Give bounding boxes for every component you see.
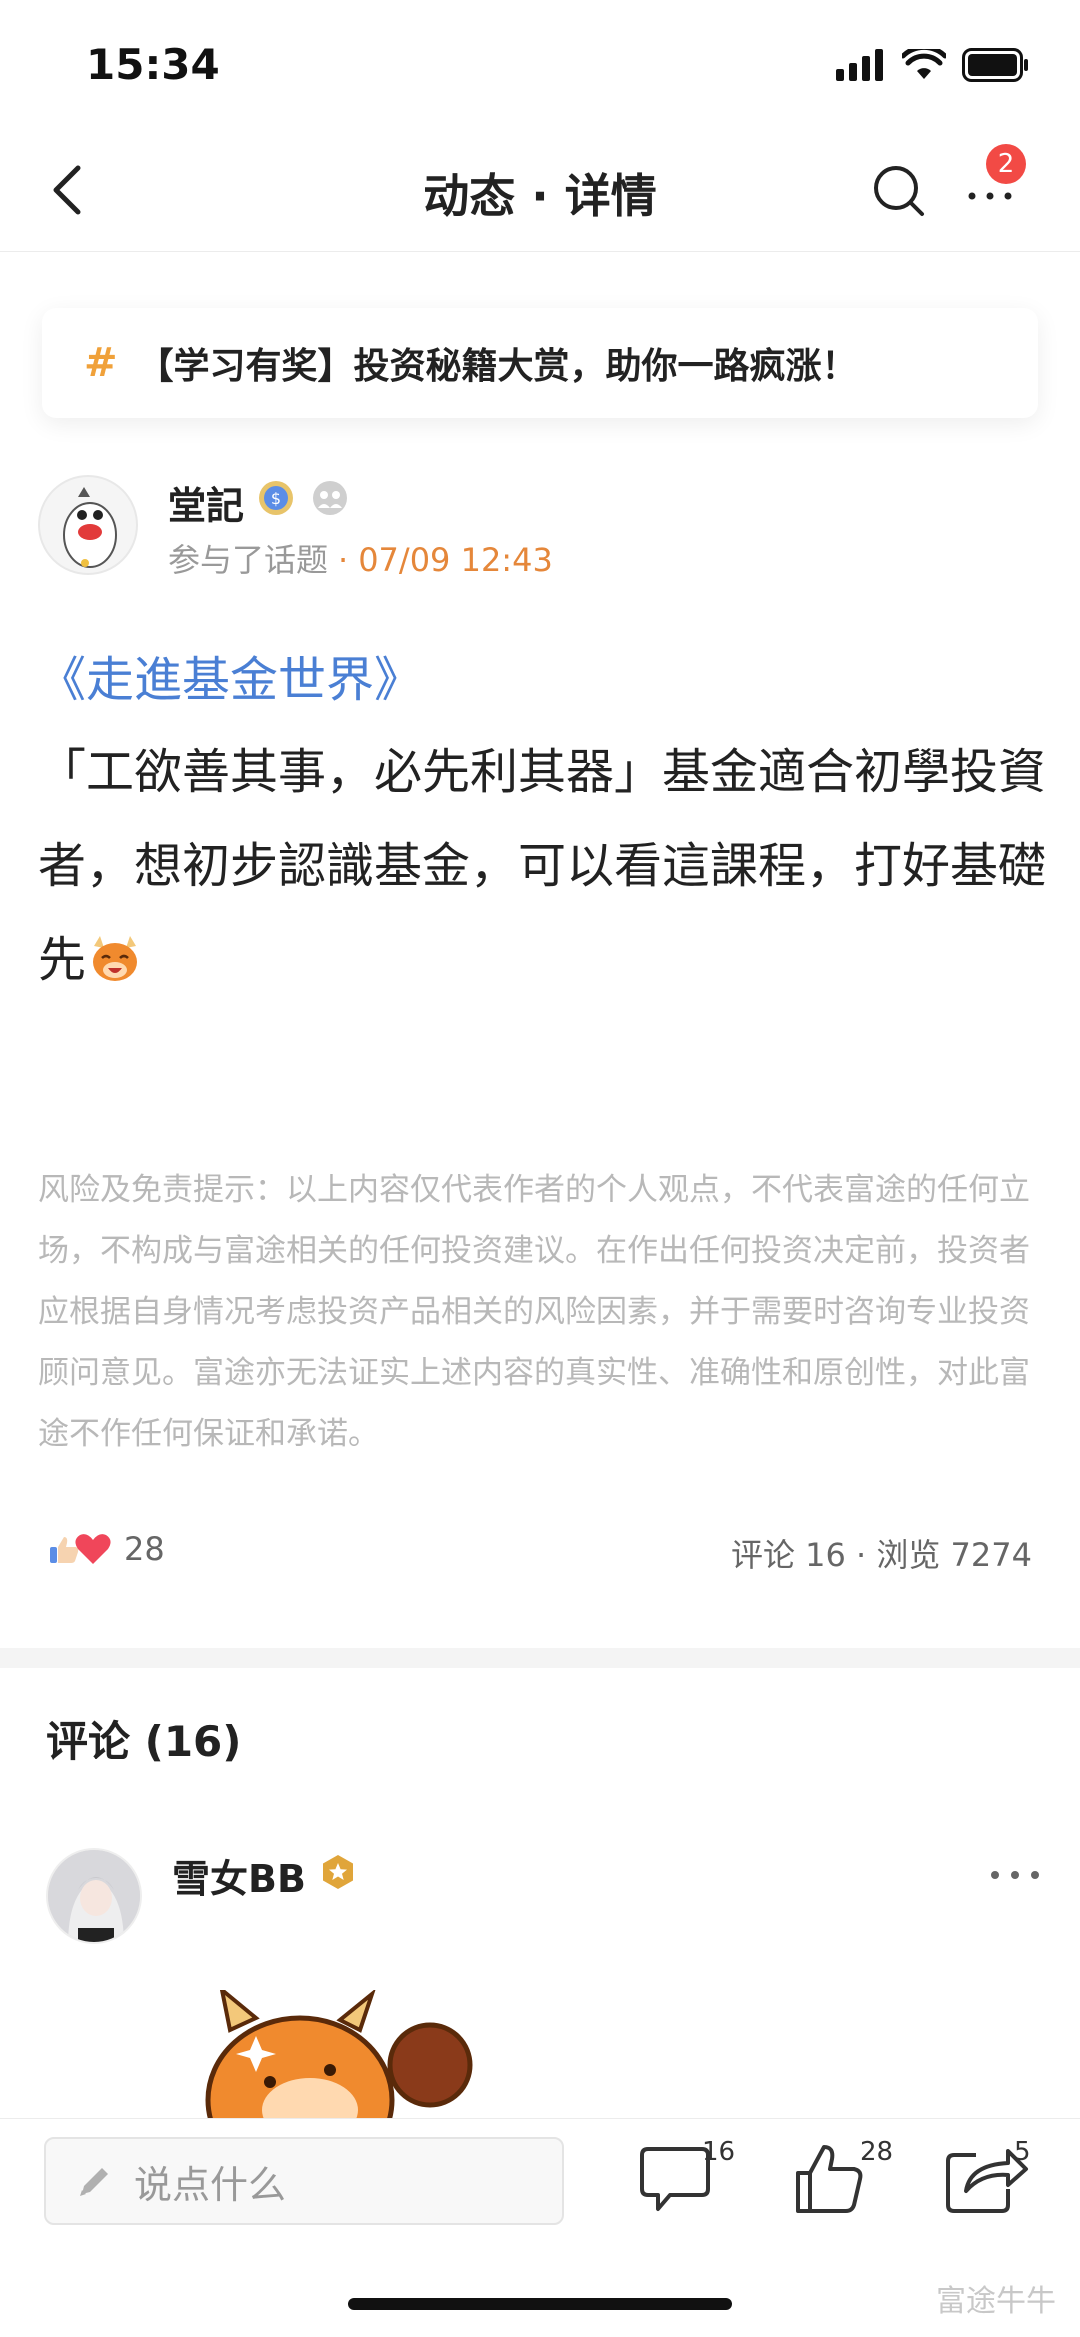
- post-time: 07/09 12:43: [358, 541, 553, 579]
- meta-action: 参与了话题: [168, 541, 329, 579]
- heart-icon: [75, 1534, 111, 1564]
- status-time: 15:34: [86, 40, 220, 89]
- topic-title: 【学习有奖】投资秘籍大赏，助你一路疯涨！: [137, 346, 858, 387]
- post-body-text: 「工欲善其事，必先利其器」基金適合初學投資者，想初步認識基金，可以看這課程，打好…: [38, 744, 1047, 988]
- notification-badge: 2: [986, 144, 1026, 184]
- search-icon[interactable]: [870, 160, 930, 220]
- comment-placeholder: 说点什么: [134, 2162, 287, 2207]
- bull-sticker: [200, 1990, 500, 2120]
- author-meta: 参与了话题 · 07/09 12:43: [168, 535, 553, 581]
- hash-icon: #: [84, 340, 118, 386]
- user-badge-icon: [313, 481, 347, 515]
- commenter-avatar[interactable]: [46, 1848, 142, 1944]
- star-badge-icon: [323, 1855, 353, 1889]
- wifi-icon: [902, 49, 946, 79]
- section-divider: [0, 1648, 1080, 1668]
- reactions[interactable]: 28: [48, 1530, 165, 1568]
- commenter-name[interactable]: 雪女BB: [172, 1848, 306, 1903]
- signal-icon: [836, 49, 883, 81]
- post-body: 「工欲善其事，必先利其器」基金適合初學投資者，想初步認識基金，可以看這課程，打好…: [38, 725, 1048, 1007]
- bull-sticker-icon: [205, 1990, 473, 2120]
- pencil-icon: [80, 2168, 108, 2196]
- comment-input[interactable]: 说点什么: [44, 2137, 564, 2225]
- battery-icon: [962, 48, 1028, 82]
- watermark: 富途牛牛: [936, 2284, 1056, 2319]
- post-link[interactable]: 《走進基金世界》: [38, 640, 422, 710]
- meta-dot: ·: [338, 541, 349, 579]
- nav-bar: 动态 · 详情: [0, 130, 1080, 252]
- bull-emoji-icon: [93, 936, 138, 981]
- comment-view-stats: 评论 16 · 浏览 7274: [730, 1536, 1032, 1574]
- status-bar: 15:34: [0, 0, 1080, 130]
- author-avatar[interactable]: [38, 475, 138, 575]
- svg-text:$: $: [271, 489, 281, 508]
- like-count: 28: [124, 1530, 165, 1568]
- topic-banner[interactable]: # 【学习有奖】投资秘籍大赏，助你一路疯涨！: [42, 308, 1038, 418]
- anime-avatar-icon: [48, 1850, 140, 1942]
- comment-count: 16: [702, 2137, 736, 2167]
- comment-more-icon[interactable]: [985, 1860, 1045, 1890]
- like-count-bottom: 28: [860, 2137, 894, 2167]
- author-name[interactable]: 堂記: [168, 475, 244, 530]
- risk-disclaimer: 风险及免责提示：以上内容仅代表作者的个人观点，不代表富途的任何立场，不构成与富途…: [38, 1172, 1030, 1452]
- share-count: 5: [1014, 2137, 1031, 2167]
- penguin-avatar-icon: [63, 487, 117, 568]
- status-icons: [836, 48, 1030, 82]
- coin-badge-icon: $: [259, 481, 293, 515]
- comments-heading: 评论 (16): [46, 1717, 242, 1766]
- home-indicator[interactable]: [348, 2298, 732, 2310]
